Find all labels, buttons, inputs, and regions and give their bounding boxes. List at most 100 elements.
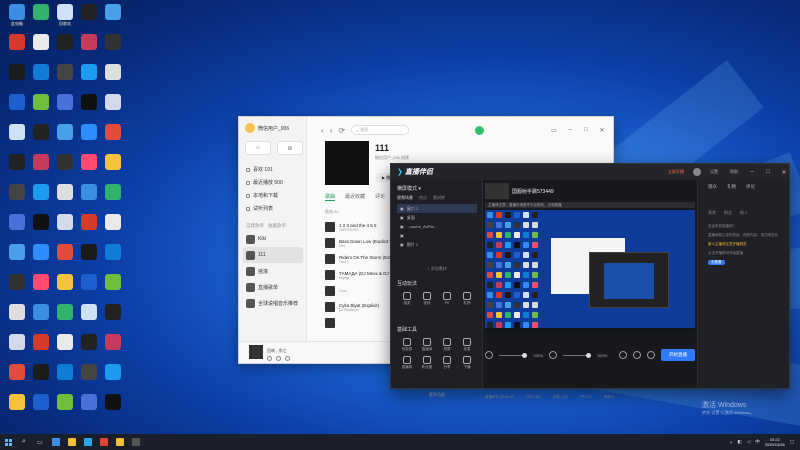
streamer-avatar[interactable] bbox=[693, 168, 701, 176]
user-profile[interactable]: 微信用户_006 bbox=[245, 123, 289, 133]
tab-comments[interactable]: 评论 bbox=[375, 193, 385, 201]
refresh-icon[interactable]: ⟳ bbox=[338, 126, 345, 135]
taskbar-app[interactable] bbox=[64, 434, 80, 450]
desktop-shortcut[interactable] bbox=[100, 184, 126, 200]
sidebar-item-recent[interactable]: 最近播放 500 bbox=[243, 176, 303, 189]
home-button[interactable]: ⌂ bbox=[245, 141, 271, 155]
help-button[interactable]: 帮助 bbox=[727, 168, 741, 176]
desktop-shortcut[interactable] bbox=[76, 334, 102, 350]
start-button[interactable] bbox=[0, 434, 16, 450]
desktop-shortcut[interactable] bbox=[4, 124, 30, 140]
desktop-shortcut[interactable] bbox=[28, 334, 54, 350]
tool-button[interactable]: PK bbox=[437, 292, 457, 306]
desktop-shortcut[interactable] bbox=[28, 184, 54, 200]
desktop-shortcut[interactable] bbox=[52, 124, 78, 140]
desktop-shortcut[interactable] bbox=[76, 274, 102, 290]
desktop-shortcut[interactable] bbox=[28, 154, 54, 170]
chevron-up-icon[interactable]: ˄ bbox=[730, 440, 733, 445]
desktop-shortcut[interactable] bbox=[52, 334, 78, 350]
orientation-mode-dropdown[interactable]: 横屏模式 ▾ bbox=[397, 185, 421, 192]
tool-button[interactable]: 连线 bbox=[417, 292, 437, 306]
settings-button[interactable]: 设置 bbox=[707, 168, 721, 176]
tool-button[interactable]: 下播 bbox=[457, 356, 477, 370]
scene-source-item[interactable]: ▣ 窗口 1 bbox=[397, 204, 477, 213]
search-input[interactable]: ⌕ 搜索 bbox=[351, 125, 410, 135]
tool-button[interactable]: 直播间 bbox=[417, 338, 437, 352]
microphone-icon[interactable] bbox=[485, 351, 493, 359]
tab-fans[interactable]: 粉丝 bbox=[724, 210, 732, 216]
discover-button[interactable]: ⊘ bbox=[277, 141, 303, 155]
tool-button[interactable]: 礼物 bbox=[457, 292, 477, 306]
tab-gifts[interactable]: 礼物 bbox=[727, 184, 736, 190]
taskbar-app[interactable] bbox=[80, 434, 96, 450]
desktop-shortcut[interactable] bbox=[100, 94, 126, 110]
tab-comments[interactable]: 评论 bbox=[746, 184, 755, 190]
clock[interactable]: 15:22 2025/10/26 bbox=[765, 437, 785, 447]
tool-button[interactable]: 直播间 bbox=[397, 356, 417, 370]
desktop-shortcut[interactable] bbox=[76, 64, 102, 80]
desktop-shortcut[interactable] bbox=[100, 34, 126, 50]
maximize-icon[interactable]: □ bbox=[763, 169, 773, 175]
speaker-volume-slider[interactable] bbox=[563, 352, 592, 358]
tab-new[interactable]: 新人 bbox=[740, 210, 748, 216]
desktop-shortcut[interactable] bbox=[4, 94, 30, 110]
desktop-shortcut[interactable] bbox=[52, 394, 78, 410]
taskbar-app[interactable] bbox=[128, 434, 144, 450]
desktop-shortcut[interactable] bbox=[100, 304, 126, 320]
go-live-top-button[interactable]: 立即开播 bbox=[665, 168, 687, 176]
desktop-shortcut[interactable] bbox=[52, 304, 78, 320]
desktop-shortcut[interactable]: 回收站 bbox=[52, 4, 78, 26]
desktop-shortcut[interactable] bbox=[28, 64, 54, 80]
tab-recent[interactable]: 最近收藏 bbox=[345, 193, 365, 201]
desktop-shortcut[interactable] bbox=[4, 274, 30, 290]
volume-icon[interactable]: ◁ bbox=[747, 439, 750, 445]
search-button[interactable]: ⌕ bbox=[16, 434, 32, 450]
effects-icon[interactable] bbox=[633, 351, 642, 359]
tab-scene[interactable]: 视频场景 bbox=[397, 195, 413, 201]
tab-assets[interactable]: 素材库 bbox=[433, 195, 445, 201]
desktop-shortcut[interactable] bbox=[52, 34, 78, 50]
desktop-shortcut[interactable] bbox=[52, 94, 78, 110]
desktop-shortcut[interactable] bbox=[100, 4, 126, 20]
desktop-shortcut[interactable] bbox=[28, 34, 54, 50]
desktop-shortcut[interactable] bbox=[4, 304, 30, 320]
vip-icon[interactable] bbox=[474, 125, 484, 135]
scene-source-item[interactable]: ▣ 桌面 bbox=[397, 213, 477, 222]
tab-hot[interactable]: 热点 bbox=[419, 195, 427, 201]
now-playing-cover[interactable] bbox=[249, 345, 263, 359]
desktop-shortcut[interactable] bbox=[52, 184, 78, 200]
beauty-icon[interactable] bbox=[619, 351, 628, 359]
sidebar-playlist-item[interactable]: 摇滚 bbox=[243, 263, 303, 279]
add-source-button[interactable]: + 添加素材 bbox=[397, 266, 477, 272]
desktop-shortcut[interactable] bbox=[76, 154, 102, 170]
chat-action-button[interactable]: 去看看 bbox=[708, 260, 725, 265]
tab-audience[interactable]: 观众 bbox=[708, 184, 717, 190]
sidebar-playlist-item[interactable]: 直播歌单 bbox=[243, 279, 303, 295]
desktop-shortcut[interactable] bbox=[4, 154, 30, 170]
desktop-shortcut[interactable] bbox=[100, 214, 126, 230]
desktop-shortcut[interactable] bbox=[76, 34, 102, 50]
like-icon[interactable] bbox=[267, 356, 272, 361]
tab-songs[interactable]: 歌曲 bbox=[325, 193, 336, 201]
tab-vip[interactable]: 贵宾 bbox=[708, 210, 716, 216]
close-icon[interactable]: ✕ bbox=[597, 127, 607, 134]
desktop-shortcut[interactable] bbox=[76, 304, 102, 320]
desktop-shortcut[interactable] bbox=[100, 64, 126, 80]
desktop-shortcut[interactable] bbox=[28, 124, 54, 140]
desktop-shortcut[interactable] bbox=[4, 34, 30, 50]
desktop-shortcut[interactable] bbox=[4, 64, 30, 80]
desktop-shortcut[interactable] bbox=[76, 94, 102, 110]
desktop-shortcut[interactable] bbox=[52, 154, 78, 170]
scene-source-item[interactable]: ▣ bbox=[397, 231, 477, 240]
tab-collected-playlists[interactable]: 收藏歌单 bbox=[268, 223, 286, 229]
comment-icon[interactable] bbox=[276, 356, 281, 361]
close-icon[interactable]: ✕ bbox=[779, 169, 789, 176]
tool-button[interactable]: 连麦 bbox=[457, 338, 477, 352]
desktop-shortcut[interactable] bbox=[4, 214, 30, 230]
scene-source-item[interactable]: ▣ ...cache_AirPla... bbox=[397, 222, 477, 231]
sidebar-item-liked[interactable]: 喜欢 191 bbox=[243, 163, 303, 176]
tool-button[interactable]: 抽奖 bbox=[397, 292, 417, 306]
desktop-shortcut[interactable] bbox=[4, 394, 30, 410]
sidebar-playlist-item[interactable]: 111 bbox=[243, 247, 303, 263]
mic-volume-slider[interactable] bbox=[498, 352, 527, 358]
